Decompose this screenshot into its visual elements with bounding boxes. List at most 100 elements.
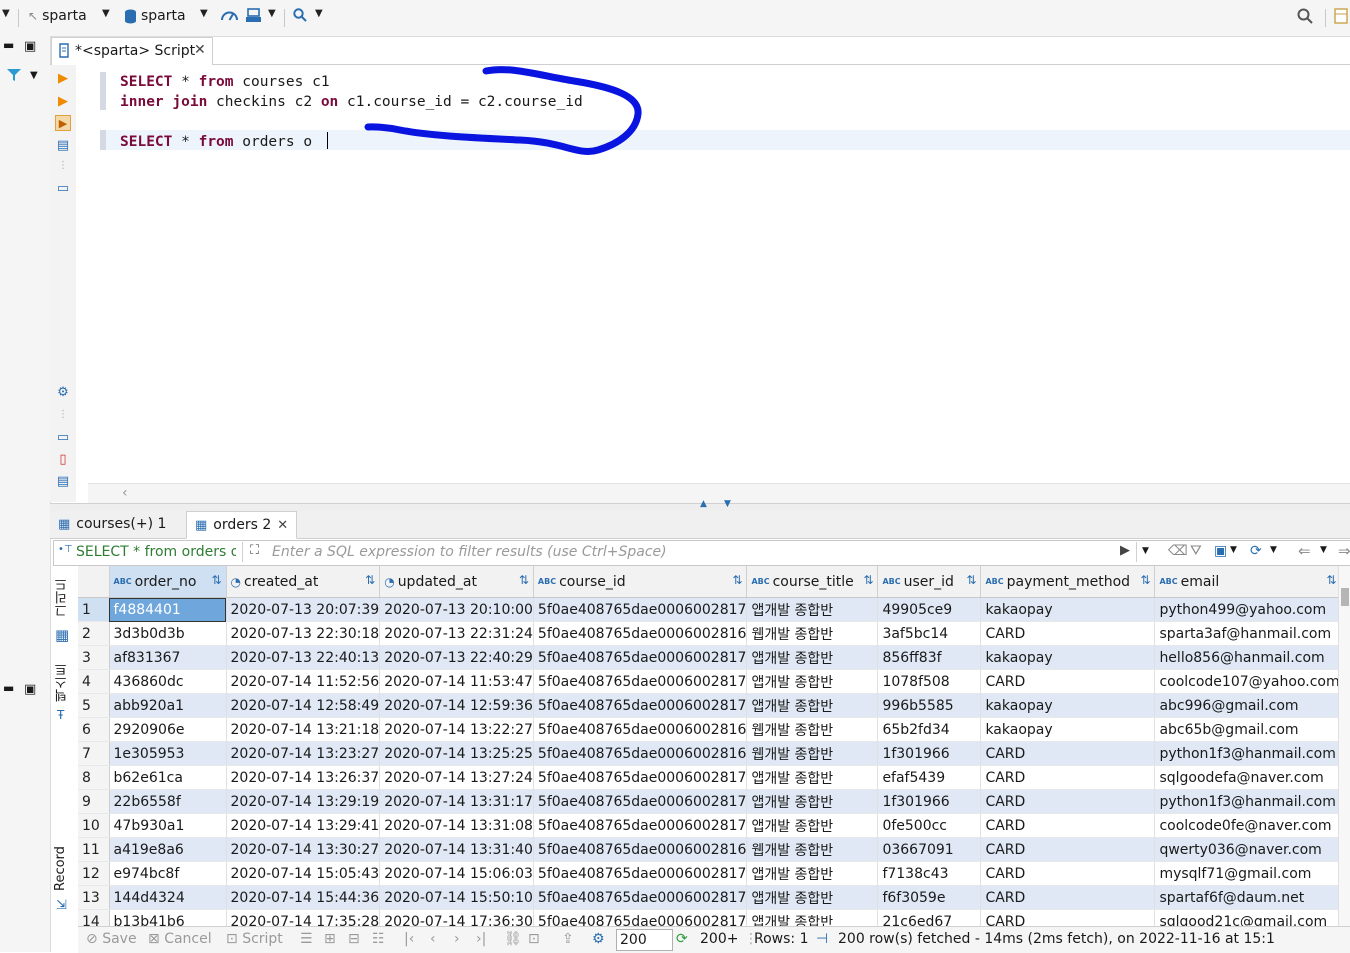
cell-order-no[interactable]: b62e61ca bbox=[109, 765, 227, 790]
prev-page-icon[interactable]: ‹ bbox=[430, 931, 436, 947]
tab-script[interactable]: *<sparta> Script ✕ bbox=[51, 37, 213, 66]
fetch-next-icon[interactable]: ⟳ bbox=[676, 931, 688, 947]
cell-order-no[interactable]: 144d4324 bbox=[109, 885, 227, 910]
cell-order-no[interactable]: 3d3b0d3b bbox=[109, 621, 227, 646]
error-log-icon[interactable]: ▯ bbox=[55, 452, 71, 468]
cell-payment-method[interactable]: CARD bbox=[980, 669, 1156, 694]
cell-course-id[interactable]: 5f0ae408765dae0006002817 bbox=[533, 693, 748, 718]
cell-payment-method[interactable]: CARD bbox=[980, 741, 1156, 766]
cell-course-title[interactable]: 앱개발 종합반 bbox=[746, 861, 879, 886]
cell-course-id[interactable]: 5f0ae408765dae0006002817 bbox=[533, 789, 748, 814]
cell-course-title[interactable]: 앱개발 종합반 bbox=[746, 813, 879, 838]
cell-email[interactable]: sqlgoodefa@naver.com bbox=[1154, 765, 1342, 790]
table-row[interactable]: 4 436860dc 2020-07-14 11:52:56 2020-07-14 1… bbox=[78, 669, 1342, 694]
close-icon[interactable]: ✕ bbox=[277, 518, 288, 533]
cell-updated-at[interactable]: 2020-07-14 17:36:30 bbox=[379, 909, 534, 926]
cell-order-no[interactable]: 47b930a1 bbox=[109, 813, 227, 838]
cell-updated-at[interactable]: 2020-07-14 13:31:40 bbox=[379, 837, 534, 862]
cell-user-id[interactable]: 1f301966 bbox=[877, 789, 982, 814]
code-line[interactable]: SELECT * from orders o bbox=[120, 132, 321, 152]
cell-created-at[interactable]: 2020-07-14 17:35:28 bbox=[226, 909, 381, 926]
filter-icon[interactable] bbox=[6, 68, 22, 86]
text-view-icon[interactable]: Ŧ bbox=[57, 708, 64, 722]
row-number[interactable]: 6 bbox=[78, 717, 110, 742]
cell-user-id[interactable]: 1078f508 bbox=[877, 669, 982, 694]
cell-payment-method[interactable]: kakaopay bbox=[980, 693, 1156, 718]
sort-filter-icon[interactable]: ⇅ bbox=[863, 573, 873, 587]
toolbar-menu-arrow[interactable]: ▼ bbox=[2, 8, 10, 19]
cell-payment-method[interactable]: CARD bbox=[980, 789, 1156, 814]
cell-course-id[interactable]: 5f0ae408765dae0006002817 bbox=[533, 813, 748, 838]
refresh-dropdown[interactable]: ▼ bbox=[1270, 545, 1277, 555]
cell-course-title[interactable]: 웹개발 종합반 bbox=[746, 621, 879, 646]
row-number[interactable]: 3 bbox=[78, 645, 110, 670]
schema-selector[interactable]: sparta bbox=[124, 8, 186, 24]
cell-order-no[interactable]: f4884401 bbox=[109, 597, 227, 622]
cell-created-at[interactable]: 2020-07-14 12:58:49 bbox=[226, 693, 381, 718]
tab-record-view[interactable]: Record bbox=[53, 840, 75, 898]
cell-email[interactable]: sqlgood21c@gmail.com bbox=[1154, 909, 1342, 926]
tab-result-courses[interactable]: ▦ courses(+) 1 bbox=[50, 511, 174, 537]
cell-email[interactable]: hello856@hanmail.com bbox=[1154, 645, 1342, 670]
close-icon[interactable]: ✕ bbox=[194, 42, 206, 58]
sql-editor[interactable] bbox=[88, 65, 1350, 483]
cell-payment-method[interactable]: CARD bbox=[980, 813, 1156, 838]
row-number[interactable]: 10 bbox=[78, 813, 110, 838]
scroll-left-icon[interactable]: ‹ bbox=[122, 485, 128, 501]
table-row[interactable]: 8 b62e61ca 2020-07-14 13:26:37 2020-07-14 1… bbox=[78, 765, 1342, 790]
cell-course-title[interactable]: 앱개발 종합반 bbox=[746, 909, 879, 926]
cell-user-id[interactable]: 65b2fd34 bbox=[877, 717, 982, 742]
execute-script-icon[interactable]: ▶ bbox=[55, 115, 71, 131]
cell-payment-method[interactable]: CARD bbox=[980, 621, 1156, 646]
cell-email[interactable]: mysqlf71@gmail.com bbox=[1154, 861, 1342, 886]
table-row[interactable]: 6 2920906e 2020-07-14 13:21:18 2020-07-14 1… bbox=[78, 717, 1342, 742]
cell-order-no[interactable]: af831367 bbox=[109, 645, 227, 670]
back-icon[interactable]: ⇐ bbox=[1298, 542, 1311, 560]
history-dropdown[interactable]: ▼ bbox=[1136, 542, 1155, 562]
row-number[interactable]: 5 bbox=[78, 693, 110, 718]
more-icon[interactable]: ⋮ bbox=[55, 158, 71, 174]
row-number-header[interactable] bbox=[78, 566, 110, 598]
sort-filter-icon[interactable]: ⇅ bbox=[211, 573, 221, 587]
more-icon[interactable]: ⋮ bbox=[55, 407, 71, 423]
row-number[interactable]: 11 bbox=[78, 837, 110, 862]
cell-created-at[interactable]: 2020-07-14 13:30:27 bbox=[226, 837, 381, 862]
cell-user-id[interactable]: 03667091 bbox=[877, 837, 982, 862]
cell-created-at[interactable]: 2020-07-14 13:29:41 bbox=[226, 813, 381, 838]
filter-settings-icon[interactable]: ⛛ bbox=[1190, 543, 1202, 559]
row-number[interactable]: 2 bbox=[78, 621, 110, 646]
row-number[interactable]: 1 bbox=[78, 597, 110, 622]
copy-row-icon[interactable]: ⊟ bbox=[348, 931, 360, 947]
cell-email[interactable]: python1f3@hanmail.com bbox=[1154, 789, 1342, 814]
row-number[interactable]: 7 bbox=[78, 741, 110, 766]
row-number[interactable]: 8 bbox=[78, 765, 110, 790]
cell-created-at[interactable]: 2020-07-14 15:05:43 bbox=[226, 861, 381, 886]
column-header-email[interactable]: ABC email ⇅ bbox=[1154, 566, 1342, 598]
cell-user-id[interactable]: f7138c43 bbox=[877, 861, 982, 886]
cell-course-id[interactable]: 5f0ae408765dae0006002817 bbox=[533, 765, 748, 790]
cell-course-title[interactable]: 앱개발 종합반 bbox=[746, 669, 879, 694]
collapse-up-icon[interactable]: ▲ bbox=[700, 499, 707, 509]
dashboard-icon[interactable] bbox=[221, 8, 238, 23]
cell-created-at[interactable]: 2020-07-14 13:21:18 bbox=[226, 717, 381, 742]
cell-email[interactable]: coolcode107@yahoo.com bbox=[1154, 669, 1342, 694]
table-row[interactable]: 5 abb920a1 2020-07-14 12:58:49 2020-07-14 1… bbox=[78, 693, 1342, 718]
first-page-icon[interactable]: |‹ bbox=[404, 931, 414, 947]
clear-filter-icon[interactable]: ⌫ bbox=[1168, 543, 1188, 559]
cell-created-at[interactable]: 2020-07-14 13:26:37 bbox=[226, 765, 381, 790]
cell-user-id[interactable]: 856ff83f bbox=[877, 645, 982, 670]
cell-email[interactable]: abc65b@gmail.com bbox=[1154, 717, 1342, 742]
cell-created-at[interactable]: 2020-07-14 13:23:27 bbox=[226, 741, 381, 766]
apply-filter-icon[interactable]: ▶ bbox=[1120, 543, 1130, 558]
cell-email[interactable]: coolcode0fe@naver.com bbox=[1154, 813, 1342, 838]
cell-course-title[interactable]: 앱개발 종합반 bbox=[746, 765, 879, 790]
search-dropdown-arrow[interactable]: ▼ bbox=[315, 8, 323, 19]
cell-email[interactable]: python499@yahoo.com bbox=[1154, 597, 1342, 622]
cell-user-id[interactable]: 49905ce9 bbox=[877, 597, 982, 622]
table-row[interactable]: 3 af831367 2020-07-13 22:40:13 2020-07-13 2… bbox=[78, 645, 1342, 670]
table-row[interactable]: 9 22b6558f 2020-07-14 13:29:19 2020-07-14 1… bbox=[78, 789, 1342, 814]
terminal-icon[interactable]: ▭ bbox=[55, 181, 71, 197]
cell-course-id[interactable]: 5f0ae408765dae0006002816 bbox=[533, 717, 748, 742]
cell-created-at[interactable]: 2020-07-13 20:07:39 bbox=[226, 597, 381, 622]
table-row[interactable]: 11 a419e8a6 2020-07-14 13:30:27 2020-07-14 … bbox=[78, 837, 1342, 862]
